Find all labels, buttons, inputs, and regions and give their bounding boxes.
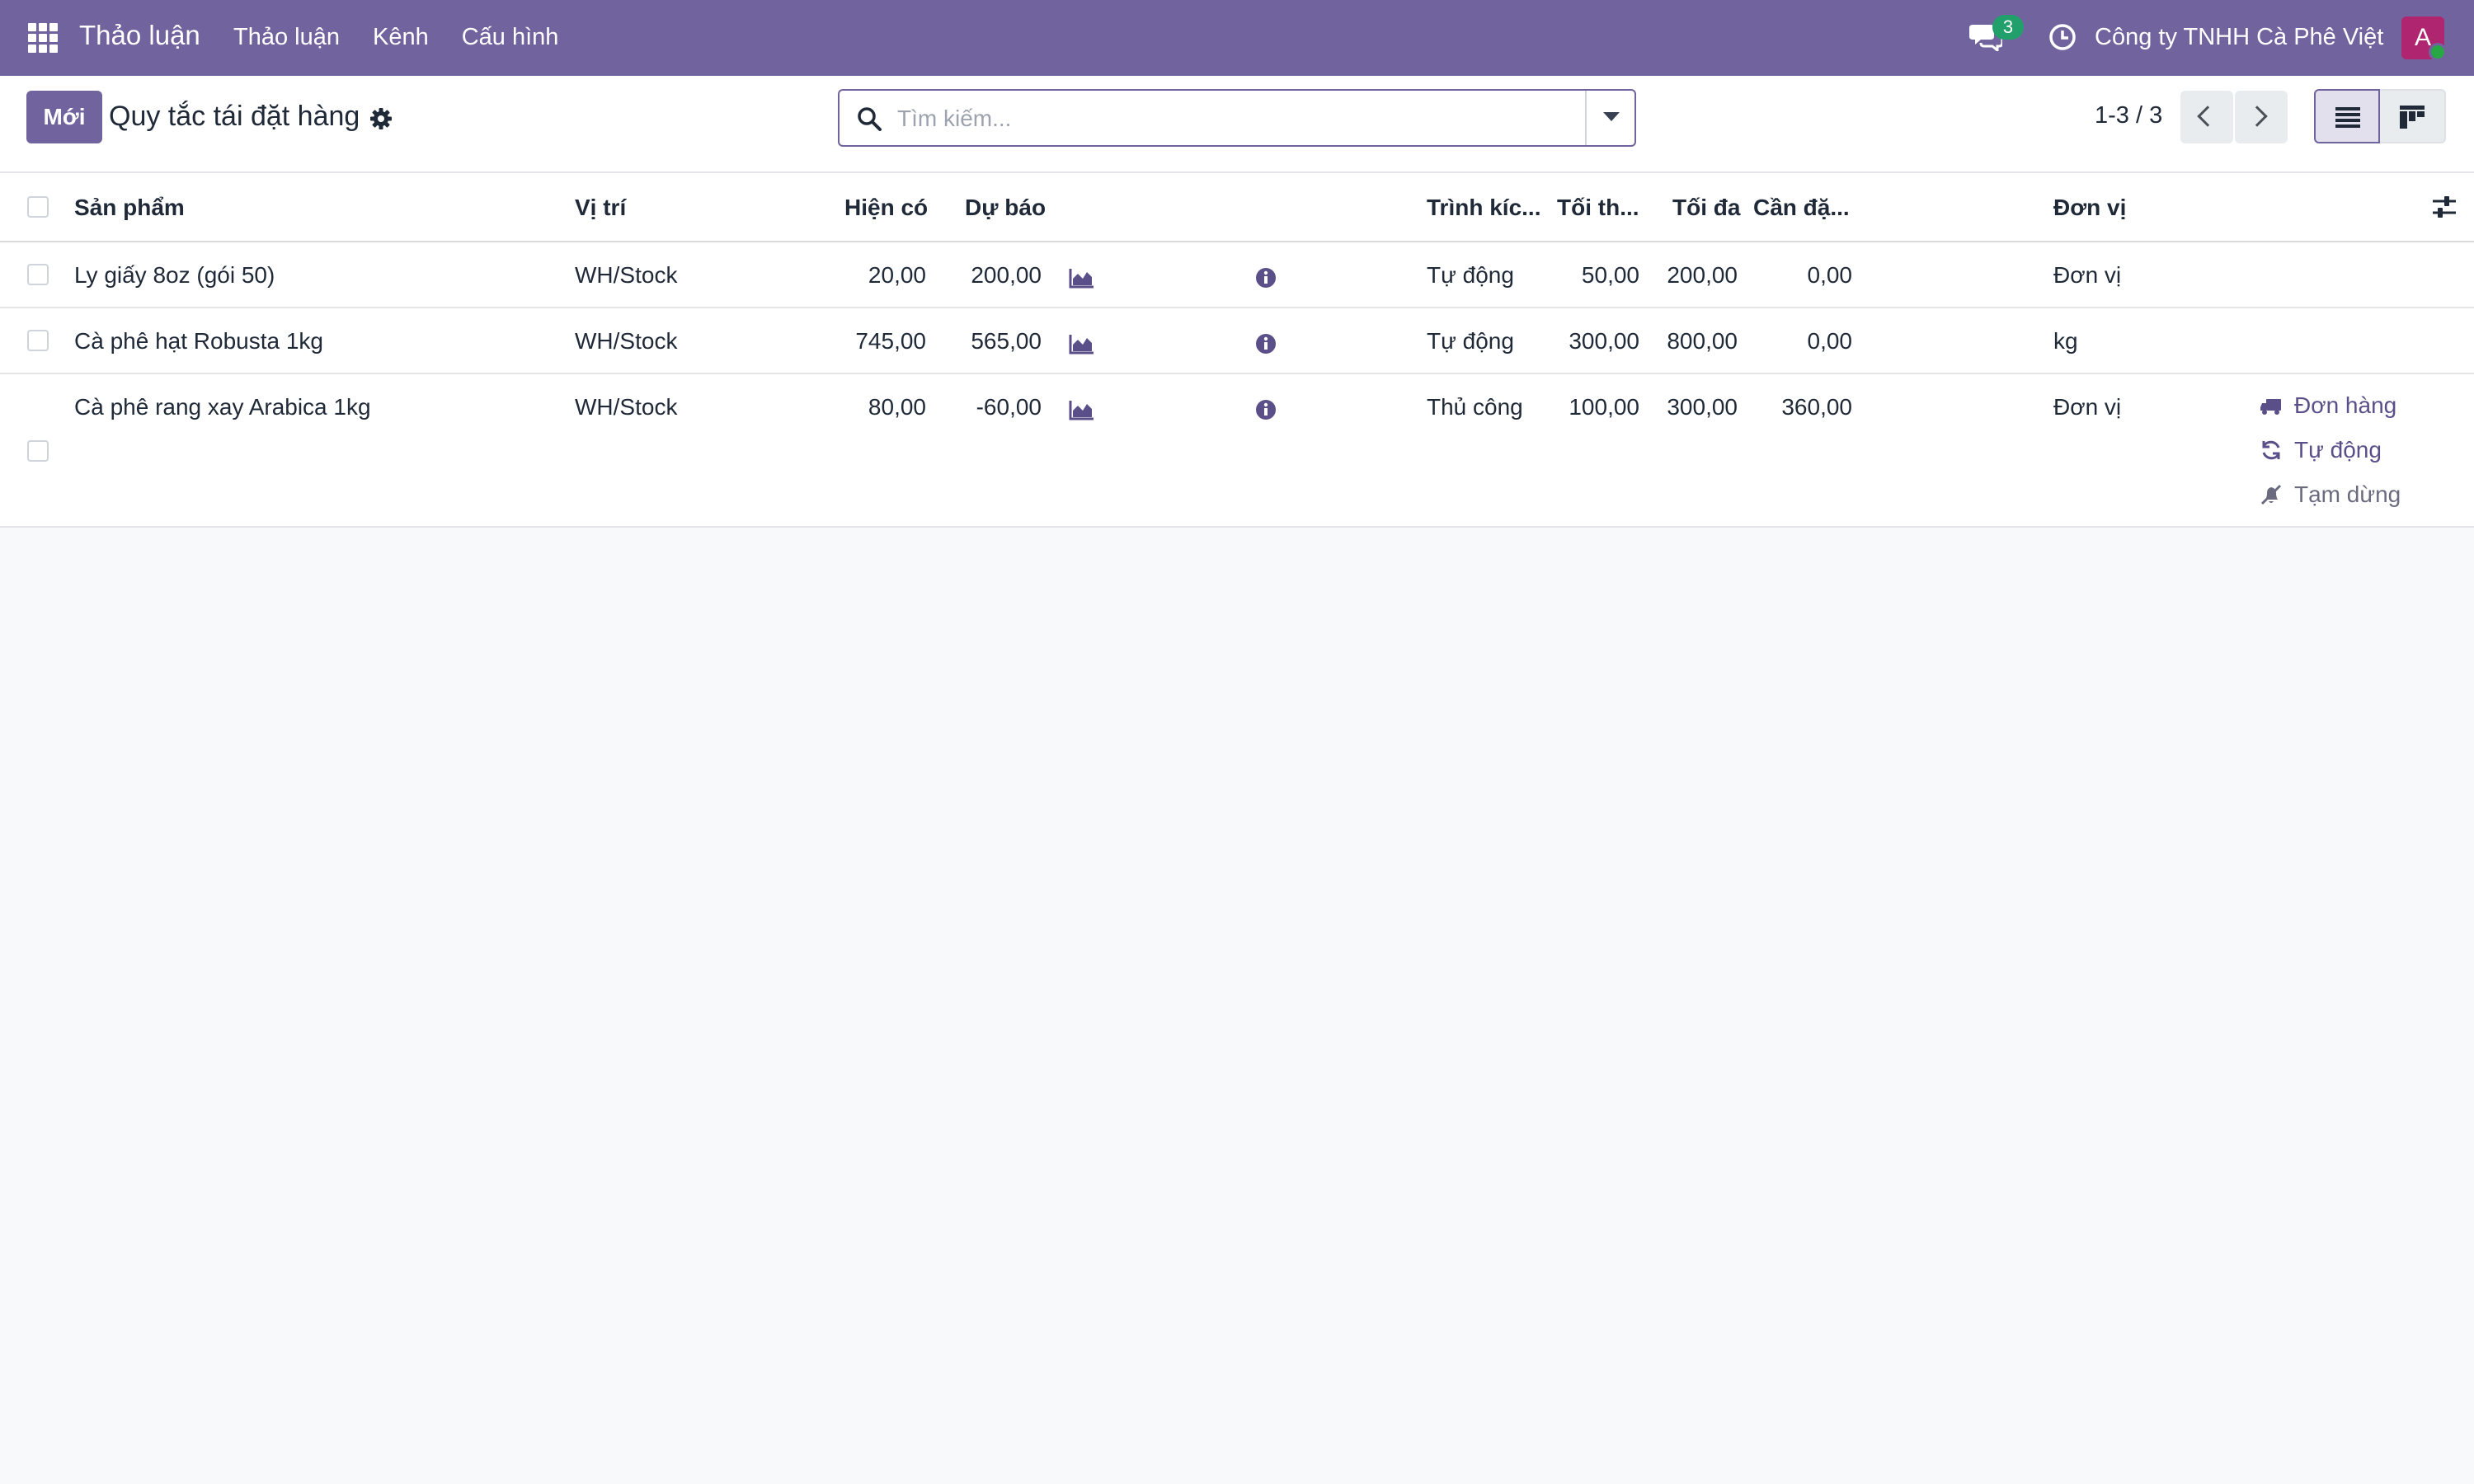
automate-orders-label: Tự động <box>2294 437 2382 463</box>
cell-max[interactable]: 800,00 <box>1667 328 1738 355</box>
info-icon[interactable] <box>1255 399 1277 420</box>
truck-icon <box>2260 399 2281 415</box>
column-forecast[interactable]: Dự báo <box>965 195 1046 221</box>
cell-to-order[interactable]: 0,00 <box>1808 262 1853 289</box>
main-menu: Thảo luận Kênh Cấu hình <box>233 24 558 51</box>
cell-location[interactable]: WH/Stock <box>575 328 677 355</box>
cell-uom: kg <box>2053 328 2078 354</box>
cell-to-order[interactable]: 360,00 <box>1781 394 1852 420</box>
order-once-label: Đơn hàng <box>2294 392 2397 418</box>
column-max[interactable]: Tối đa <box>1672 195 1740 221</box>
caret-down-icon <box>1603 112 1620 121</box>
cell-trigger[interactable]: Thủ công <box>1427 394 1523 420</box>
cell-location[interactable]: WH/Stock <box>575 262 677 289</box>
reordering-rules-table: Sản phẩm Vị trí Hiện có Dự báo Trình kíc… <box>0 173 2474 528</box>
gear-icon[interactable] <box>369 107 393 130</box>
cell-forecast: -60,00 <box>976 394 1042 420</box>
cell-max[interactable]: 300,00 <box>1667 394 1738 420</box>
chevron-right-icon <box>2246 106 2268 127</box>
forecast-chart-icon[interactable] <box>1069 267 1095 289</box>
app-brand[interactable]: Thảo luận <box>79 20 200 51</box>
control-panel: Mới Quy tắc tái đặt hàng 1-3 / 3 <box>0 76 2474 173</box>
pager-next-button[interactable] <box>2235 91 2288 143</box>
pager-previous-button[interactable] <box>2180 91 2233 143</box>
company-switcher[interactable]: Công ty TNHH Cà Phê Việt <box>2095 24 2383 51</box>
cell-to-order[interactable]: 0,00 <box>1808 328 1853 355</box>
row-checkbox[interactable] <box>27 330 49 351</box>
cell-min[interactable]: 300,00 <box>1569 328 1639 355</box>
column-on-hand[interactable]: Hiện có <box>844 195 928 221</box>
table-row[interactable]: Cà phê hạt Robusta 1kg WH/Stock 745,00 5… <box>0 308 2474 374</box>
cell-forecast: 200,00 <box>971 262 1042 288</box>
cell-on-hand: 745,00 <box>855 328 926 354</box>
cell-uom: Đơn vị <box>2053 394 2122 420</box>
cell-max[interactable]: 200,00 <box>1667 262 1738 289</box>
column-location[interactable]: Vị trí <box>575 195 626 221</box>
column-uom[interactable]: Đơn vị <box>2053 195 2126 221</box>
row-checkbox[interactable] <box>27 264 49 285</box>
search-input[interactable] <box>897 102 1582 135</box>
info-icon[interactable] <box>1255 267 1277 289</box>
cell-location[interactable]: WH/Stock <box>575 394 677 420</box>
cell-trigger[interactable]: Tự động <box>1427 262 1514 289</box>
cell-min[interactable]: 100,00 <box>1569 394 1639 420</box>
snooze-label: Tạm dừng <box>2294 481 2401 507</box>
app-menu-grid-icon[interactable] <box>28 23 58 53</box>
snooze-button[interactable]: Tạm dừng <box>2260 481 2401 508</box>
table-row[interactable]: Ly giấy 8oz (gói 50) WH/Stock 20,00 200,… <box>0 242 2474 308</box>
cell-forecast: 565,00 <box>971 328 1042 354</box>
list-view-icon <box>2335 107 2360 128</box>
cell-product[interactable]: Cà phê hạt Robusta 1kg <box>74 328 323 355</box>
column-to-order[interactable]: Cần đặ... <box>1753 195 1850 221</box>
kanban-view-button[interactable] <box>2380 89 2446 143</box>
menu-item-discuss[interactable]: Thảo luận <box>233 24 340 51</box>
list-view-button[interactable] <box>2314 89 2380 143</box>
kanban-view-icon <box>2400 106 2425 129</box>
optional-columns-icon[interactable] <box>2431 195 2458 219</box>
table-header: Sản phẩm Vị trí Hiện có Dự báo Trình kíc… <box>0 173 2474 242</box>
refresh-icon <box>2262 440 2280 460</box>
bell-slash-icon <box>2260 484 2282 505</box>
cell-product[interactable]: Ly giấy 8oz (gói 50) <box>74 262 275 289</box>
column-min[interactable]: Tối th... <box>1557 195 1639 221</box>
menu-item-channels[interactable]: Kênh <box>373 24 429 51</box>
search-options-toggle[interactable] <box>1585 91 1634 145</box>
chevron-left-icon <box>2197 106 2218 127</box>
select-all-checkbox[interactable] <box>27 196 49 218</box>
row-checkbox[interactable] <box>27 440 49 462</box>
order-once-button[interactable]: Đơn hàng <box>2260 392 2396 419</box>
top-navbar: Thảo luận Thảo luận Kênh Cấu hình 3 Công… <box>0 0 2474 76</box>
chat-count-badge: 3 <box>1992 15 2024 40</box>
activity-clock-icon[interactable] <box>2048 22 2077 52</box>
table-row[interactable]: Cà phê rang xay Arabica 1kg WH/Stock 80,… <box>0 374 2474 528</box>
pager-value[interactable]: 1-3 / 3 <box>2095 102 2162 129</box>
column-product[interactable]: Sản phẩm <box>74 195 185 221</box>
new-button[interactable]: Mới <box>26 91 102 143</box>
cell-on-hand: 20,00 <box>868 262 926 288</box>
cell-product[interactable]: Cà phê rang xay Arabica 1kg <box>74 394 371 420</box>
cell-trigger[interactable]: Tự động <box>1427 328 1514 355</box>
info-icon[interactable] <box>1255 333 1277 355</box>
online-status-dot <box>2429 43 2447 61</box>
cell-min[interactable]: 50,00 <box>1582 262 1639 289</box>
cell-uom: Đơn vị <box>2053 262 2122 288</box>
menu-item-configuration[interactable]: Cấu hình <box>462 24 559 51</box>
forecast-chart-icon[interactable] <box>1069 333 1095 355</box>
column-trigger[interactable]: Trình kíc... <box>1427 195 1540 221</box>
page-title: Quy tắc tái đặt hàng <box>109 101 360 132</box>
automate-orders-button[interactable]: Tự động <box>2260 437 2382 463</box>
search-icon <box>858 107 882 131</box>
forecast-chart-icon[interactable] <box>1069 399 1095 420</box>
cell-on-hand: 80,00 <box>868 394 926 420</box>
search-bar <box>838 89 1636 147</box>
